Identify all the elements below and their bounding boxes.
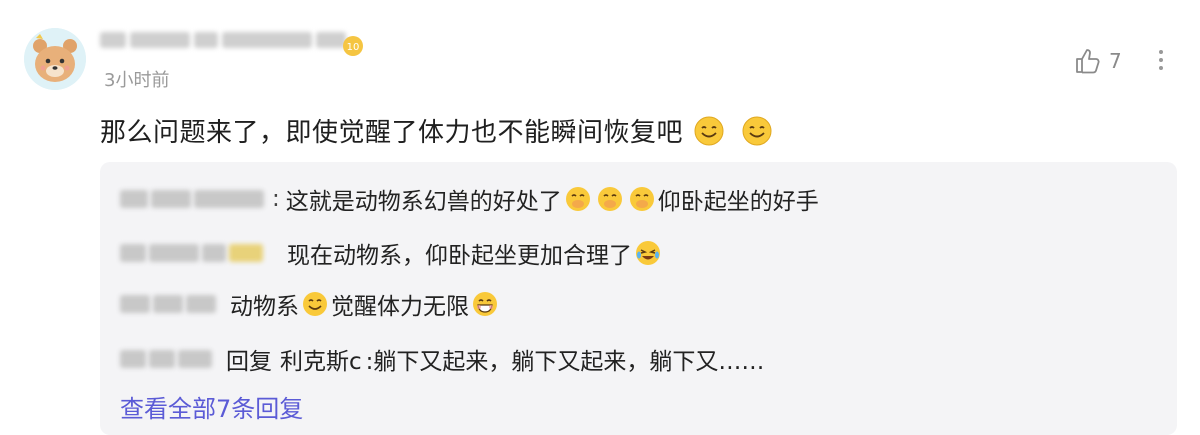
reply-text: :躺下又起来，躺下又起来，躺下又…… [365, 349, 765, 375]
level-badge: 10 [342, 35, 364, 57]
reply-item[interactable]: : 这就是动物系幻兽的好处了 仰卧起坐的好手 [120, 182, 819, 216]
reply-author-blurred[interactable] [120, 350, 212, 368]
more-dot-icon [1159, 50, 1163, 54]
more-dot-icon [1159, 66, 1163, 70]
thumbs-up-icon [1076, 49, 1100, 74]
username-blurred[interactable] [100, 32, 346, 48]
reply-text: 动物系 [230, 294, 299, 320]
reply-text: 这就是动物系幻兽的好处了 [285, 189, 562, 215]
avatar[interactable] [24, 28, 86, 90]
like-count: 7 [1109, 49, 1122, 73]
like-button[interactable]: 7 [1073, 46, 1122, 76]
reply-colon: : [272, 186, 280, 212]
level-badge-text: 10 [347, 42, 360, 53]
reply-author-blurred[interactable] [120, 244, 263, 262]
reply-prefix: 回复 [226, 349, 272, 375]
level-badge-icon: 10 [343, 36, 363, 56]
reply-text: 觉醒体力无限 [331, 294, 469, 320]
more-dot-icon [1159, 58, 1163, 62]
bear-avatar-icon [24, 28, 86, 90]
comment-text: 那么问题来了，即使觉醒了体力也不能瞬间恢复吧 [100, 118, 684, 148]
reply-author-blurred[interactable] [120, 295, 216, 313]
cover-mouth-emoji-icon [597, 187, 622, 211]
smile-emoji-icon [303, 292, 327, 316]
reply-text: 仰卧起坐的好手 [657, 189, 819, 215]
reply-item[interactable]: 现在动物系，仰卧起坐更加合理了 [120, 236, 664, 270]
reply-author-blurred[interactable] [120, 190, 264, 208]
comment-time: 3小时前 [104, 70, 170, 91]
reply-item[interactable]: 回复 利克斯c :躺下又起来，躺下又起来，躺下又…… [120, 342, 764, 376]
smile-emoji-icon [694, 116, 724, 145]
laugh-cry-emoji-icon [636, 241, 660, 265]
reply-item[interactable]: 动物系 觉醒体力无限 [120, 287, 501, 321]
smile-emoji-icon [742, 116, 772, 145]
reply-mention[interactable]: 利克斯c [280, 342, 362, 376]
reply-text: 现在动物系，仰卧起坐更加合理了 [287, 243, 632, 269]
grin-emoji-icon [473, 292, 497, 316]
cover-mouth-emoji-icon [629, 187, 654, 211]
cover-mouth-emoji-icon [565, 187, 590, 211]
comment-body: 那么问题来了，即使觉醒了体力也不能瞬间恢复吧 [100, 112, 775, 149]
more-options-button[interactable] [1152, 46, 1170, 74]
view-all-replies-link[interactable]: 查看全部7条回复 [120, 389, 303, 424]
